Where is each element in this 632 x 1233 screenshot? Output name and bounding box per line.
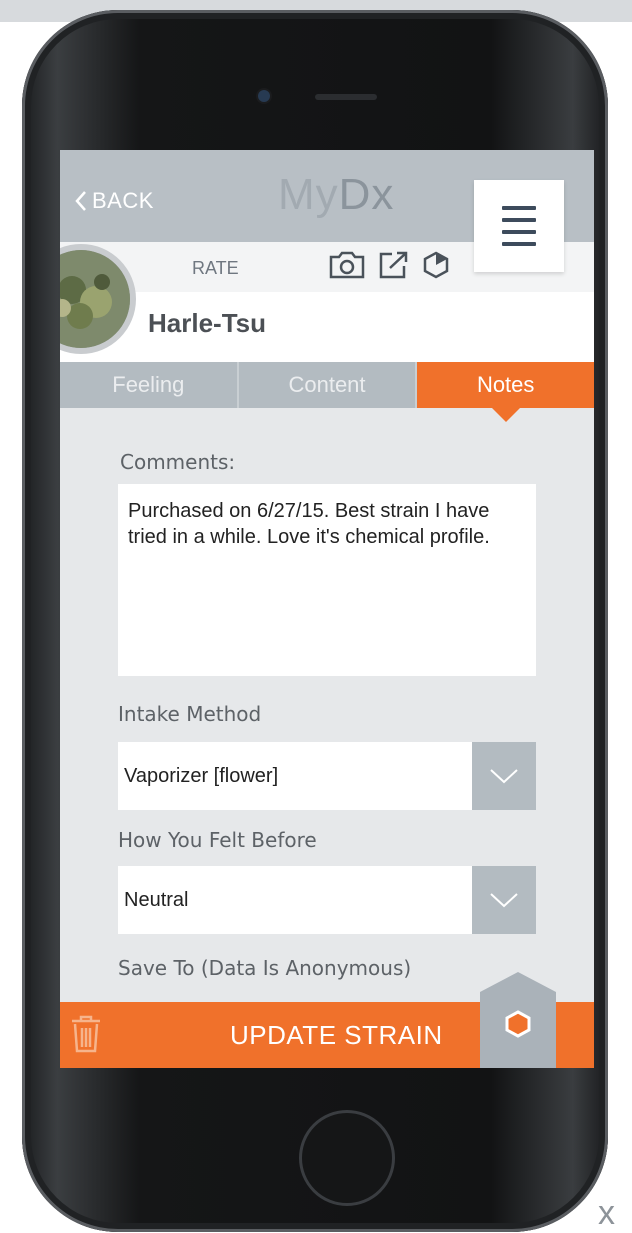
chevron-left-icon	[75, 191, 86, 211]
logo-bold: Dx	[338, 170, 395, 219]
share-icon[interactable]	[378, 250, 410, 280]
comments-label: Comments:	[120, 450, 236, 474]
menu-button[interactable]	[474, 180, 564, 272]
felt-before-dropdown[interactable]	[472, 866, 536, 934]
felt-before-select[interactable]: Neutral	[118, 866, 536, 934]
comments-textarea[interactable]: Purchased on 6/27/15. Best strain I have…	[118, 484, 536, 676]
save-to-label: Save To (Data Is Anonymous)	[118, 956, 412, 980]
tab-feeling[interactable]: Feeling	[60, 362, 239, 408]
back-button[interactable]: BACK	[74, 188, 154, 214]
felt-before-value: Neutral	[124, 888, 189, 911]
app-screen: BACK MyDx RATE Harle-Tsu Feeling Content…	[60, 150, 594, 1068]
intake-method-value: Vaporizer [flower]	[124, 764, 279, 787]
tab-bar: Feeling Content Notes	[60, 362, 594, 422]
hexagon-icon	[505, 1010, 531, 1038]
delete-button[interactable]	[70, 1014, 102, 1059]
chevron-down-icon	[490, 893, 518, 908]
chevron-down-icon	[490, 769, 518, 784]
speaker-grille	[315, 94, 377, 100]
corner-logo-fragment: x	[598, 1194, 615, 1232]
intake-method-dropdown[interactable]	[472, 742, 536, 810]
intake-method-label: Intake Method	[118, 702, 262, 726]
menu-icon-line	[502, 218, 536, 222]
action-icons	[328, 250, 450, 280]
felt-before-label: How You Felt Before	[118, 828, 317, 852]
strain-name: Harle-Tsu	[148, 308, 266, 338]
app-logo: MyDx	[278, 170, 394, 220]
rate-label[interactable]: RATE	[192, 258, 239, 279]
update-strain-button[interactable]: UPDATE STRAIN	[230, 1020, 443, 1051]
hexagon-icon[interactable]	[422, 250, 450, 280]
hexagon-action-button[interactable]	[480, 972, 556, 1068]
tab-content[interactable]: Content	[238, 362, 418, 408]
camera-icon[interactable]	[328, 250, 366, 280]
intake-method-select[interactable]: Vaporizer [flower]	[118, 742, 536, 810]
strain-header: Harle-Tsu	[60, 292, 594, 362]
logo-light: My	[278, 170, 339, 219]
menu-icon-line	[502, 206, 536, 210]
tab-notes[interactable]: Notes	[417, 362, 594, 422]
trash-icon	[72, 1015, 100, 1053]
front-camera	[258, 90, 270, 102]
back-label: BACK	[92, 188, 154, 213]
home-button[interactable]	[299, 1110, 395, 1206]
menu-icon-line	[502, 230, 536, 234]
menu-icon-line	[502, 242, 536, 246]
